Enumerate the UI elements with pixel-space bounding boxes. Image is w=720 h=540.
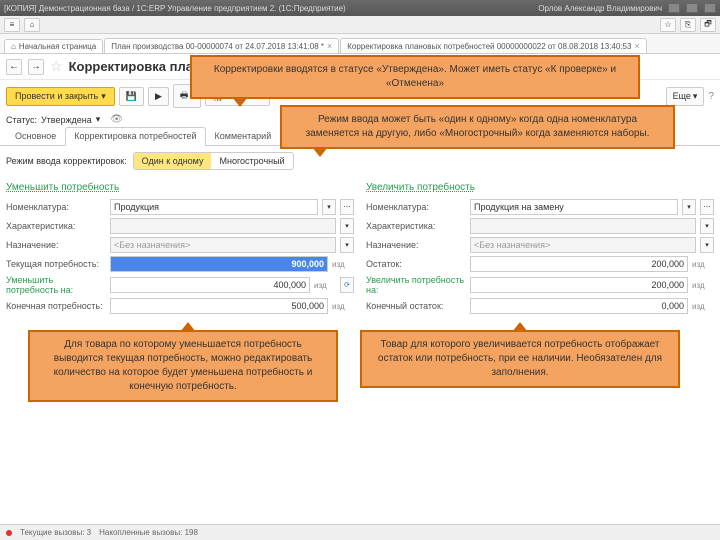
decrease-title: Уменьшить потребность xyxy=(6,182,354,193)
mode-one-to-one[interactable]: Один к одному xyxy=(134,153,212,169)
tool-icon[interactable]: ☆ xyxy=(660,18,676,32)
forward-button[interactable]: → xyxy=(28,59,44,75)
status-dot-icon xyxy=(6,530,12,536)
app-title: [КОПИЯ] Демонстрационная база / 1С:ERP У… xyxy=(4,4,346,13)
final-remainder-input[interactable]: 0,000 xyxy=(470,298,688,314)
callout-increase: Товар для которого увеличивается потребн… xyxy=(360,330,680,388)
dropdown-icon[interactable]: ▾ xyxy=(322,199,336,215)
help-icon[interactable]: ? xyxy=(708,91,714,102)
tab-correction[interactable]: Корректировка плановых потребностей 0000… xyxy=(340,38,646,53)
increase-column: Увеличить потребность Номенклатура:Проду… xyxy=(366,176,714,317)
dropdown-icon[interactable]: ▾ xyxy=(700,218,714,234)
current-need-input[interactable]: 900,000 xyxy=(110,256,328,272)
nomenclature-input[interactable]: Продукция на замену xyxy=(470,199,678,215)
back-button[interactable]: ← xyxy=(6,59,22,75)
close-button[interactable] xyxy=(704,3,716,13)
subtab-main[interactable]: Основное xyxy=(6,127,65,145)
decrease-column: Уменьшить потребность Номенклатура:Проду… xyxy=(6,176,354,317)
document-tabs: ⌂Начальная страница План производства 00… xyxy=(0,34,720,54)
status-label: Статус: xyxy=(6,115,37,125)
tool-icon[interactable]: 🗗 xyxy=(700,18,716,32)
star-icon[interactable]: ☆ xyxy=(50,58,63,75)
close-icon[interactable]: × xyxy=(634,41,639,51)
assignment-input: <Без назначения> xyxy=(470,237,696,253)
mode-label: Режим ввода корректировок: xyxy=(6,156,127,166)
more-button[interactable]: Еще ▾ xyxy=(666,87,705,106)
chevron-down-icon: ▾ xyxy=(101,91,106,102)
status-value[interactable]: Утверждена xyxy=(41,115,92,125)
current-calls: Текущие вызовы: 3 xyxy=(20,528,91,537)
assignment-input: <Без назначения> xyxy=(110,237,336,253)
app-toolbar: ≡ ⌂ ☆ ⎘ 🗗 xyxy=(0,16,720,34)
status-bar: Текущие вызовы: 3 Накопленные вызовы: 19… xyxy=(0,524,720,540)
open-icon[interactable]: ⋯ xyxy=(700,199,714,215)
form-columns: Уменьшить потребность Номенклатура:Проду… xyxy=(0,176,720,317)
home-icon[interactable]: ⌂ xyxy=(24,18,40,32)
subtab-comment[interactable]: Комментарий xyxy=(206,127,281,145)
increase-by-input[interactable]: 200,000 xyxy=(470,277,688,293)
nomenclature-input[interactable]: Продукция xyxy=(110,199,318,215)
tool-icon[interactable]: ⎘ xyxy=(680,18,696,32)
eye-icon[interactable]: 👁 xyxy=(110,114,123,125)
mode-toggle[interactable]: Один к одному Многострочный xyxy=(133,152,294,170)
menu-icon[interactable]: ≡ xyxy=(4,18,20,32)
dropdown-icon[interactable]: ▾ xyxy=(340,237,354,253)
home-icon: ⌂ xyxy=(11,42,16,51)
callout-status: Корректировки вводятся в статусе «Утверж… xyxy=(190,55,640,99)
callout-mode: Режим ввода может быть «один к одному» к… xyxy=(280,105,675,149)
reduce-by-input[interactable]: 400,000 xyxy=(110,277,310,293)
tab-start[interactable]: ⌂Начальная страница xyxy=(4,39,103,53)
window-titlebar: [КОПИЯ] Демонстрационная база / 1С:ERP У… xyxy=(0,0,720,16)
remainder-input[interactable]: 200,000 xyxy=(470,256,688,272)
save-and-close-button[interactable]: Провести и закрыть▾ xyxy=(6,87,115,106)
subtab-correction[interactable]: Корректировка потребностей xyxy=(65,127,205,146)
save-button[interactable]: 💾 xyxy=(119,87,144,106)
close-icon[interactable]: × xyxy=(327,41,332,51)
tab-plan[interactable]: План производства 00-00000074 от 24.07.2… xyxy=(104,38,339,53)
callout-decrease: Для товара по которому уменьшается потре… xyxy=(28,330,338,402)
mode-row: Режим ввода корректировок: Один к одному… xyxy=(0,146,720,176)
accumulated-calls: Накопленные вызовы: 198 xyxy=(99,528,198,537)
maximize-button[interactable] xyxy=(686,3,698,13)
characteristic-input xyxy=(470,218,696,234)
increase-title: Увеличить потребность xyxy=(366,182,714,193)
dropdown-icon[interactable]: ▾ xyxy=(340,218,354,234)
refresh-icon[interactable]: ⟳ xyxy=(340,277,354,293)
characteristic-input xyxy=(110,218,336,234)
final-need-input[interactable]: 500,000 xyxy=(110,298,328,314)
dropdown-icon[interactable]: ▾ xyxy=(700,237,714,253)
user-name: Орлов Александр Владимирович xyxy=(538,4,662,13)
dropdown-icon[interactable]: ▾ xyxy=(682,199,696,215)
open-icon[interactable]: ⋯ xyxy=(340,199,354,215)
chevron-down-icon[interactable]: ▾ xyxy=(96,114,101,125)
post-button[interactable]: ▶ xyxy=(148,87,169,106)
mode-multiline[interactable]: Многострочный xyxy=(211,153,292,169)
minimize-button[interactable] xyxy=(668,3,680,13)
